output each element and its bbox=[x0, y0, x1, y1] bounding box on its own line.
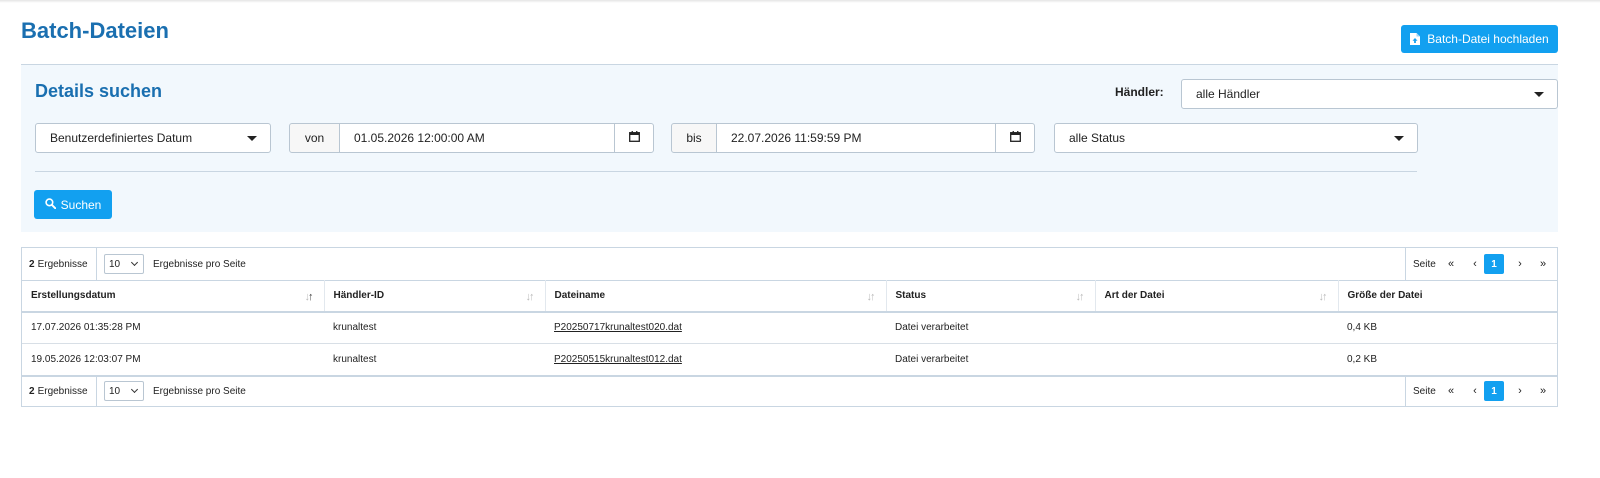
page-label: Seite bbox=[1413, 258, 1436, 270]
caret-down-icon bbox=[1394, 136, 1404, 141]
sort-icon: ↓↑ bbox=[1318, 291, 1328, 303]
cell-status: Datei verarbeitet bbox=[886, 311, 1095, 344]
top-shadow bbox=[0, 0, 1600, 3]
results-pager-top: 2 Ergebnisse 10 Ergebnisse pro Seite Sei… bbox=[22, 248, 1557, 280]
cell-file-size: 0,4 KB bbox=[1338, 311, 1557, 344]
result-count-label: Ergebnisse bbox=[37, 258, 88, 270]
calendar-icon bbox=[628, 129, 640, 147]
per-page-value: 10 bbox=[109, 385, 121, 397]
merchant-select[interactable]: alle Händler bbox=[1181, 79, 1558, 109]
to-date-input[interactable]: 22.07.2026 11:59:59 PM bbox=[717, 123, 995, 153]
date-range-select[interactable]: Benutzerdefiniertes Datum bbox=[35, 123, 271, 153]
column-header-label: Dateiname bbox=[554, 290, 606, 302]
column-header-filename[interactable]: Dateiname ↓↑ bbox=[545, 280, 887, 313]
cell-file-type bbox=[1095, 311, 1338, 344]
last-page-button[interactable]: » bbox=[1533, 381, 1553, 401]
per-page-label: Ergebnisse pro Seite bbox=[153, 259, 246, 270]
column-header-created[interactable]: Erstellungsdatum ↓↑ bbox=[22, 280, 325, 313]
last-page-button[interactable]: » bbox=[1533, 254, 1553, 274]
sort-icon: ↓↑ bbox=[525, 291, 535, 303]
table-row: 19.05.2026 12:03:07 PM krunaltest P20250… bbox=[22, 343, 1557, 377]
from-date-picker-button[interactable] bbox=[614, 123, 654, 153]
from-date-group: von 01.05.2026 12:00:00 AM bbox=[289, 123, 654, 153]
result-count-number: 2 bbox=[29, 258, 35, 270]
chevron-down-icon bbox=[130, 385, 139, 394]
sort-icon: ↓↑ bbox=[1075, 291, 1085, 303]
per-page-value: 10 bbox=[109, 258, 121, 270]
table-row: 17.07.2026 01:35:28 PM krunaltest P20250… bbox=[22, 311, 1557, 344]
calendar-icon bbox=[1009, 129, 1021, 147]
pagination: Seite « ‹ 1 › » bbox=[1405, 248, 1557, 280]
search-button[interactable]: Suchen bbox=[34, 190, 112, 219]
prev-page-button[interactable]: ‹ bbox=[1465, 381, 1485, 401]
cell-merchant-id: krunaltest bbox=[324, 311, 545, 344]
current-page-button[interactable]: 1 bbox=[1484, 254, 1504, 274]
per-page-select[interactable]: 10 bbox=[104, 381, 144, 401]
from-date-input[interactable]: 01.05.2026 12:00:00 AM bbox=[340, 123, 614, 153]
column-header-label: Händler-ID bbox=[333, 290, 385, 302]
upload-batch-file-button[interactable]: Batch-Datei hochladen bbox=[1401, 25, 1558, 53]
column-header-label: Erstellungsdatum bbox=[31, 290, 116, 302]
filename-link[interactable]: P20250717krunaltest020.dat bbox=[554, 322, 682, 333]
search-panel: Details suchen Händler: alle Händler Ben… bbox=[21, 64, 1558, 232]
status-select[interactable]: alle Status bbox=[1054, 123, 1418, 153]
file-upload-icon bbox=[1410, 33, 1421, 45]
first-page-button[interactable]: « bbox=[1441, 254, 1461, 274]
cell-merchant-id: krunaltest bbox=[324, 343, 545, 377]
results-pager-bottom: 2 Ergebnisse 10 Ergebnisse pro Seite Sei… bbox=[22, 375, 1557, 407]
search-panel-title: Details suchen bbox=[35, 81, 163, 101]
to-date-picker-button[interactable] bbox=[995, 123, 1035, 153]
cell-created: 19.05.2026 12:03:07 PM bbox=[22, 343, 324, 377]
sort-icon: ↓↑ bbox=[304, 291, 314, 303]
caret-down-icon bbox=[247, 136, 257, 141]
first-page-button[interactable]: « bbox=[1441, 381, 1461, 401]
column-header-merchant-id[interactable]: Händler-ID ↓↑ bbox=[324, 280, 546, 313]
next-page-button[interactable]: › bbox=[1510, 381, 1530, 401]
search-divider bbox=[35, 171, 1417, 172]
sort-icon: ↓↑ bbox=[866, 291, 876, 303]
per-page-select[interactable]: 10 bbox=[104, 254, 144, 274]
results-table-container: 2 Ergebnisse 10 Ergebnisse pro Seite Sei… bbox=[21, 247, 1558, 407]
batch-files-table: Erstellungsdatum ↓↑ Händler-ID ↓↑ Datein… bbox=[22, 280, 1557, 377]
search-icon bbox=[44, 197, 56, 212]
chevron-down-icon bbox=[130, 258, 139, 267]
result-count-label: Ergebnisse bbox=[37, 385, 88, 397]
pagination: Seite « ‹ 1 › » bbox=[1405, 375, 1557, 407]
column-header-label: Status bbox=[895, 290, 927, 302]
search-button-label: Suchen bbox=[60, 197, 102, 212]
to-label: bis bbox=[671, 123, 717, 153]
page-label: Seite bbox=[1413, 385, 1436, 397]
column-header-file-size: Größe der Datei bbox=[1338, 280, 1557, 313]
per-page-label: Ergebnisse pro Seite bbox=[153, 386, 246, 397]
cell-file-type bbox=[1095, 343, 1338, 377]
filename-link[interactable]: P20250515krunaltest012.dat bbox=[554, 354, 682, 365]
column-header-status[interactable]: Status ↓↑ bbox=[886, 280, 1096, 313]
table-header-row: Erstellungsdatum ↓↑ Händler-ID ↓↑ Datein… bbox=[22, 280, 1557, 313]
cell-file-size: 0,2 KB bbox=[1338, 343, 1557, 377]
merchant-label: Händler: bbox=[1115, 85, 1164, 99]
column-header-label: Art der Datei bbox=[1104, 290, 1165, 302]
result-count-number: 2 bbox=[29, 385, 35, 397]
cell-created: 17.07.2026 01:35:28 PM bbox=[22, 311, 324, 344]
upload-button-label: Batch-Datei hochladen bbox=[1427, 32, 1549, 46]
cell-filename: P20250717krunaltest020.dat bbox=[545, 311, 886, 344]
caret-down-icon bbox=[1534, 92, 1544, 97]
page-title: Batch-Dateien bbox=[21, 18, 169, 43]
result-count: 2 Ergebnisse bbox=[22, 375, 97, 407]
column-header-file-type[interactable]: Art der Datei ↓↑ bbox=[1095, 280, 1339, 313]
to-date-group: bis 22.07.2026 11:59:59 PM bbox=[671, 123, 1035, 153]
next-page-button[interactable]: › bbox=[1510, 254, 1530, 274]
status-select-value: alle Status bbox=[1069, 131, 1126, 145]
date-range-select-value: Benutzerdefiniertes Datum bbox=[50, 131, 193, 145]
cell-status: Datei verarbeitet bbox=[886, 343, 1095, 377]
merchant-select-value: alle Händler bbox=[1196, 87, 1261, 101]
from-label: von bbox=[289, 123, 340, 153]
prev-page-button[interactable]: ‹ bbox=[1465, 254, 1485, 274]
cell-filename: P20250515krunaltest012.dat bbox=[545, 343, 886, 377]
current-page-button[interactable]: 1 bbox=[1484, 381, 1504, 401]
result-count: 2 Ergebnisse bbox=[22, 248, 97, 280]
column-header-label: Größe der Datei bbox=[1347, 290, 1423, 302]
